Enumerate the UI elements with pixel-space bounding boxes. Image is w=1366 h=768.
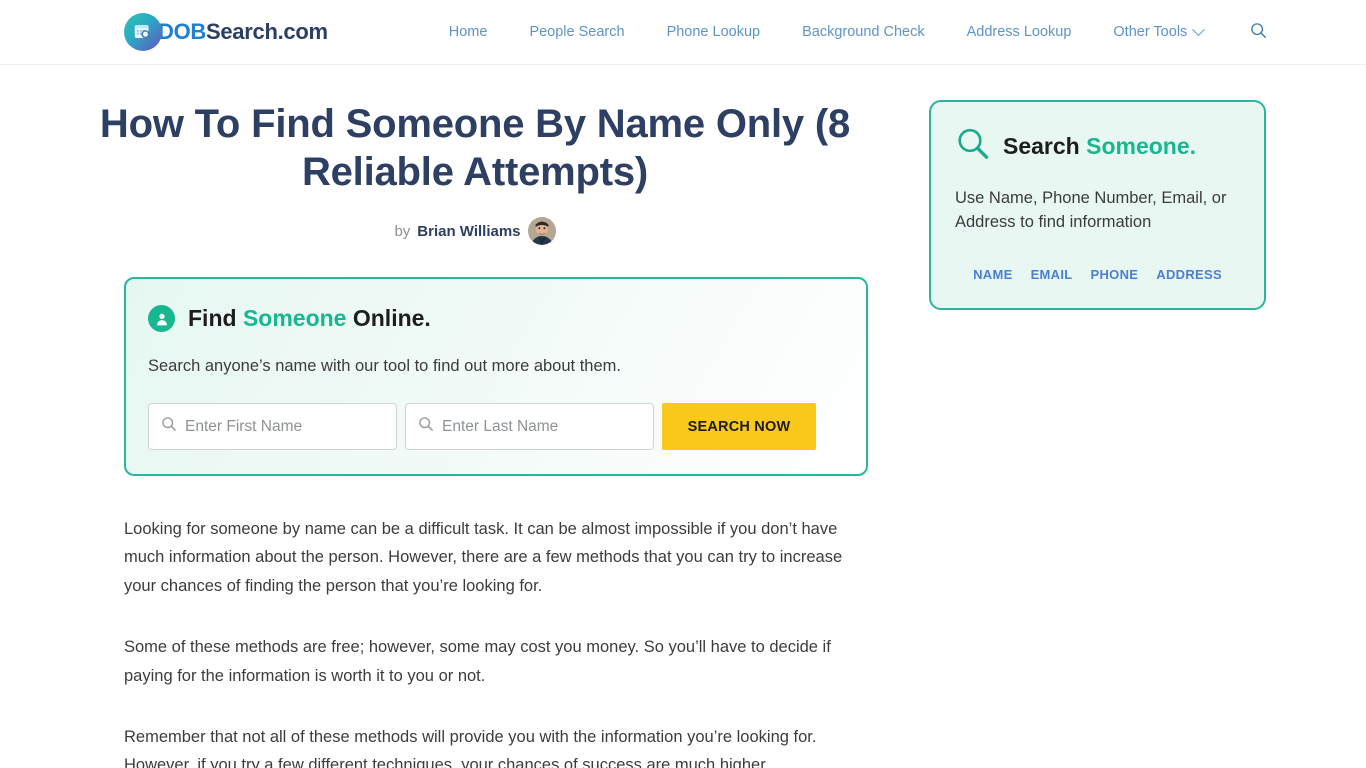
- find-widget-subtitle: Search anyone’s name with our tool to fi…: [148, 357, 621, 375]
- chevron-down-icon: [1192, 22, 1206, 36]
- find-widget-heading: Find Someone Online.: [188, 307, 431, 330]
- nav-label: Phone Lookup: [666, 23, 761, 40]
- nav-label: People Search: [529, 23, 625, 40]
- sidebar: Search Someone. Use Name, Phone Number, …: [929, 65, 1266, 310]
- search-someone-widget: Search Someone. Use Name, Phone Number, …: [929, 100, 1266, 310]
- find-heading-accent: Someone: [242, 305, 347, 331]
- search-icon: [161, 416, 177, 437]
- search-widget-heading: Search Someone.: [1003, 135, 1196, 158]
- search-tab-email[interactable]: EMAIL: [1031, 267, 1073, 282]
- search-widget-tabs: NAME EMAIL PHONE ADDRESS: [955, 267, 1240, 282]
- calendar-search-icon: [124, 13, 162, 51]
- logo-text-dob: DOB: [158, 19, 206, 44]
- logo-text-search: Search: [206, 19, 278, 44]
- paragraph: Remember that not all of these methods w…: [124, 727, 817, 768]
- nav-item-home[interactable]: Home: [428, 25, 509, 40]
- search-heading-part1: Search: [1003, 133, 1087, 159]
- main-navigation: Home People Search Phone Lookup Backgrou…: [428, 18, 1272, 46]
- nav-item-people-search[interactable]: People Search: [508, 25, 645, 40]
- first-name-input[interactable]: [185, 404, 396, 450]
- search-widget-header: Search Someone.: [955, 126, 1240, 167]
- nav-label: Home: [448, 23, 488, 40]
- search-icon: [418, 416, 434, 437]
- find-someone-form: SEARCH NOW: [148, 403, 844, 451]
- nav-item-phone-lookup[interactable]: Phone Lookup: [646, 25, 782, 40]
- find-heading-part2: Online.: [346, 305, 431, 331]
- nav-label: Address Lookup: [966, 23, 1072, 40]
- search-heading-accent: Someone.: [1086, 133, 1197, 159]
- nav-label: Other Tools: [1113, 23, 1188, 40]
- search-tab-address[interactable]: ADDRESS: [1156, 267, 1222, 282]
- avatar: [527, 217, 556, 245]
- site-header: DOBSearch.com Home People Search Phone L…: [0, 0, 1366, 65]
- find-heading-part1: Find: [188, 305, 243, 331]
- paragraph: Looking for someone by name can be a dif…: [124, 520, 843, 595]
- first-name-field[interactable]: [148, 403, 397, 451]
- last-name-field[interactable]: [405, 403, 654, 451]
- site-logo[interactable]: DOBSearch.com: [124, 13, 328, 51]
- search-tab-phone[interactable]: PHONE: [1091, 267, 1139, 282]
- site-logo-text: DOBSearch.com: [158, 21, 328, 43]
- magnifier-icon: [955, 126, 991, 167]
- header-search-button[interactable]: [1246, 18, 1271, 46]
- search-now-button[interactable]: SEARCH NOW: [662, 403, 816, 451]
- paragraph: Some of these methods are free; however,…: [124, 638, 831, 685]
- page-title: How To Find Someone By Name Only (8 Reli…: [99, 102, 851, 194]
- last-name-input[interactable]: [442, 404, 653, 450]
- byline: by Brian Williams: [80, 217, 870, 245]
- person-circle-icon: [148, 305, 175, 332]
- byline-prefix: by: [394, 222, 411, 240]
- find-someone-widget: Find Someone Online. Search anyone’s nam…: [124, 277, 868, 477]
- byline-author-name: Brian Williams: [417, 222, 521, 240]
- page-body: How To Find Someone By Name Only (8 Reli…: [0, 65, 1366, 768]
- nav-item-address-lookup[interactable]: Address Lookup: [946, 25, 1093, 40]
- nav-item-other-tools[interactable]: Other Tools: [1092, 22, 1224, 40]
- search-widget-description: Use Name, Phone Number, Email, or Addres…: [955, 189, 1227, 231]
- search-icon: [1250, 22, 1267, 42]
- nav-label: Background Check: [802, 23, 925, 40]
- logo-text-com: .com: [277, 19, 328, 44]
- find-widget-header: Find Someone Online.: [148, 305, 844, 332]
- article-body: Looking for someone by name can be a dif…: [124, 515, 868, 768]
- search-tab-name[interactable]: NAME: [973, 267, 1012, 282]
- main-content: How To Find Someone By Name Only (8 Reli…: [80, 65, 870, 768]
- nav-item-background-check[interactable]: Background Check: [781, 25, 946, 40]
